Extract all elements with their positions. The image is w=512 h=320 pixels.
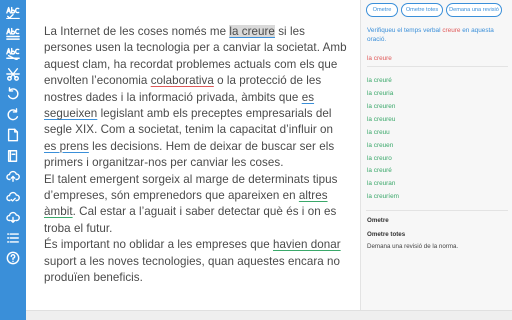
suggestion-item[interactable]: la creuré [367,165,508,178]
rule-review-link[interactable]: Demana una revisió de la norma. [367,242,508,251]
error-message: Verifiqueu el temps verbal creure en aqu… [367,27,508,44]
text-run: El talent emergent sorgeix al marge de d… [44,172,338,203]
original-text: la creure [367,55,508,68]
suggestion-item[interactable]: la creuran [367,178,508,191]
suggestion-list: la creuré la creuria la creuren la creur… [367,75,508,204]
undo-icon [7,87,19,100]
text-run: . Cal estar a l’aguait i saber detectar … [44,205,337,235]
left-toolbar [0,0,26,320]
text-run: La Internet de les coses només me [44,25,230,38]
cloud-upload-button[interactable] [0,166,26,187]
list-icon [7,233,19,243]
spellcheck-grammar-icon [6,27,20,40]
grammar-error[interactable]: es prens [44,140,89,153]
cloud-download-icon [6,212,20,224]
book-button[interactable] [0,146,26,167]
active-error-highlight[interactable]: la creure [229,25,275,38]
status-bar [26,310,512,320]
cloud-upload-icon [6,171,20,183]
paragraph-3: És important no oblidar a les empreses q… [44,237,348,286]
cloud-download-button[interactable] [0,207,26,228]
spellcheck-ortho-icon [6,7,20,20]
suggestion-item[interactable]: la creuen [367,140,508,153]
suggestion-item[interactable]: la creureu [367,114,508,127]
spellcheck-style-button[interactable] [0,43,26,64]
undo-button[interactable] [0,84,26,105]
text-run: És important no oblidar a les empreses q… [44,238,273,252]
cloud-save-icon [6,191,20,202]
suggestion-item[interactable]: la creuria [367,88,508,101]
paragraph-1: La Internet de les coses només me la cre… [44,24,348,172]
correction-panel: Ometre Ometre totes Demana una revisió V… [360,0,512,310]
request-review-button[interactable]: Demana una revisió [446,3,502,17]
cut-icon [6,67,20,81]
divider [366,210,508,212]
redo-icon [7,107,19,121]
redo-button[interactable] [0,105,26,126]
message-text: Verifiqueu el temps verbal [367,27,443,34]
panel-button-row: Ometre Ometre totes Demana una revisió [366,3,508,17]
help-button[interactable] [0,248,26,269]
document-icon [7,128,19,142]
suggestion-item[interactable]: la creuro [367,153,508,166]
spellcheck-style-icon [6,48,20,61]
message-word: creure [442,27,461,34]
new-document-button[interactable] [0,125,26,146]
cut-button[interactable] [0,64,26,85]
cloud-save-button[interactable] [0,187,26,208]
suggestion-item[interactable]: la creuríem [367,191,508,204]
suggestion-item[interactable]: la creuren [367,101,508,114]
spelling-error[interactable]: colaborativa [151,74,214,87]
text-run: suport a les noves tecnologies, quan aqu… [44,254,341,285]
spellcheck-ortho-button[interactable] [0,2,26,23]
omit-button[interactable]: Ometre [366,3,398,17]
spellcheck-grammar-button[interactable] [0,23,26,44]
book-icon [7,149,18,162]
help-icon [6,251,20,265]
rule-omit-link[interactable]: Ometre [367,216,508,225]
omit-all-button[interactable]: Ometre totes [401,3,443,17]
paragraph-2: El talent emergent sorgeix al marge de d… [44,172,348,238]
rule-omit-all-link[interactable]: Ometre totes [367,230,508,239]
style-error[interactable]: havien donar [273,238,341,251]
suggestion-item[interactable]: la creuu [367,127,508,140]
text-editor[interactable]: La Internet de les coses només me la cre… [26,0,360,310]
list-button[interactable] [0,228,26,249]
suggestion-item[interactable]: la creuré [367,75,508,88]
